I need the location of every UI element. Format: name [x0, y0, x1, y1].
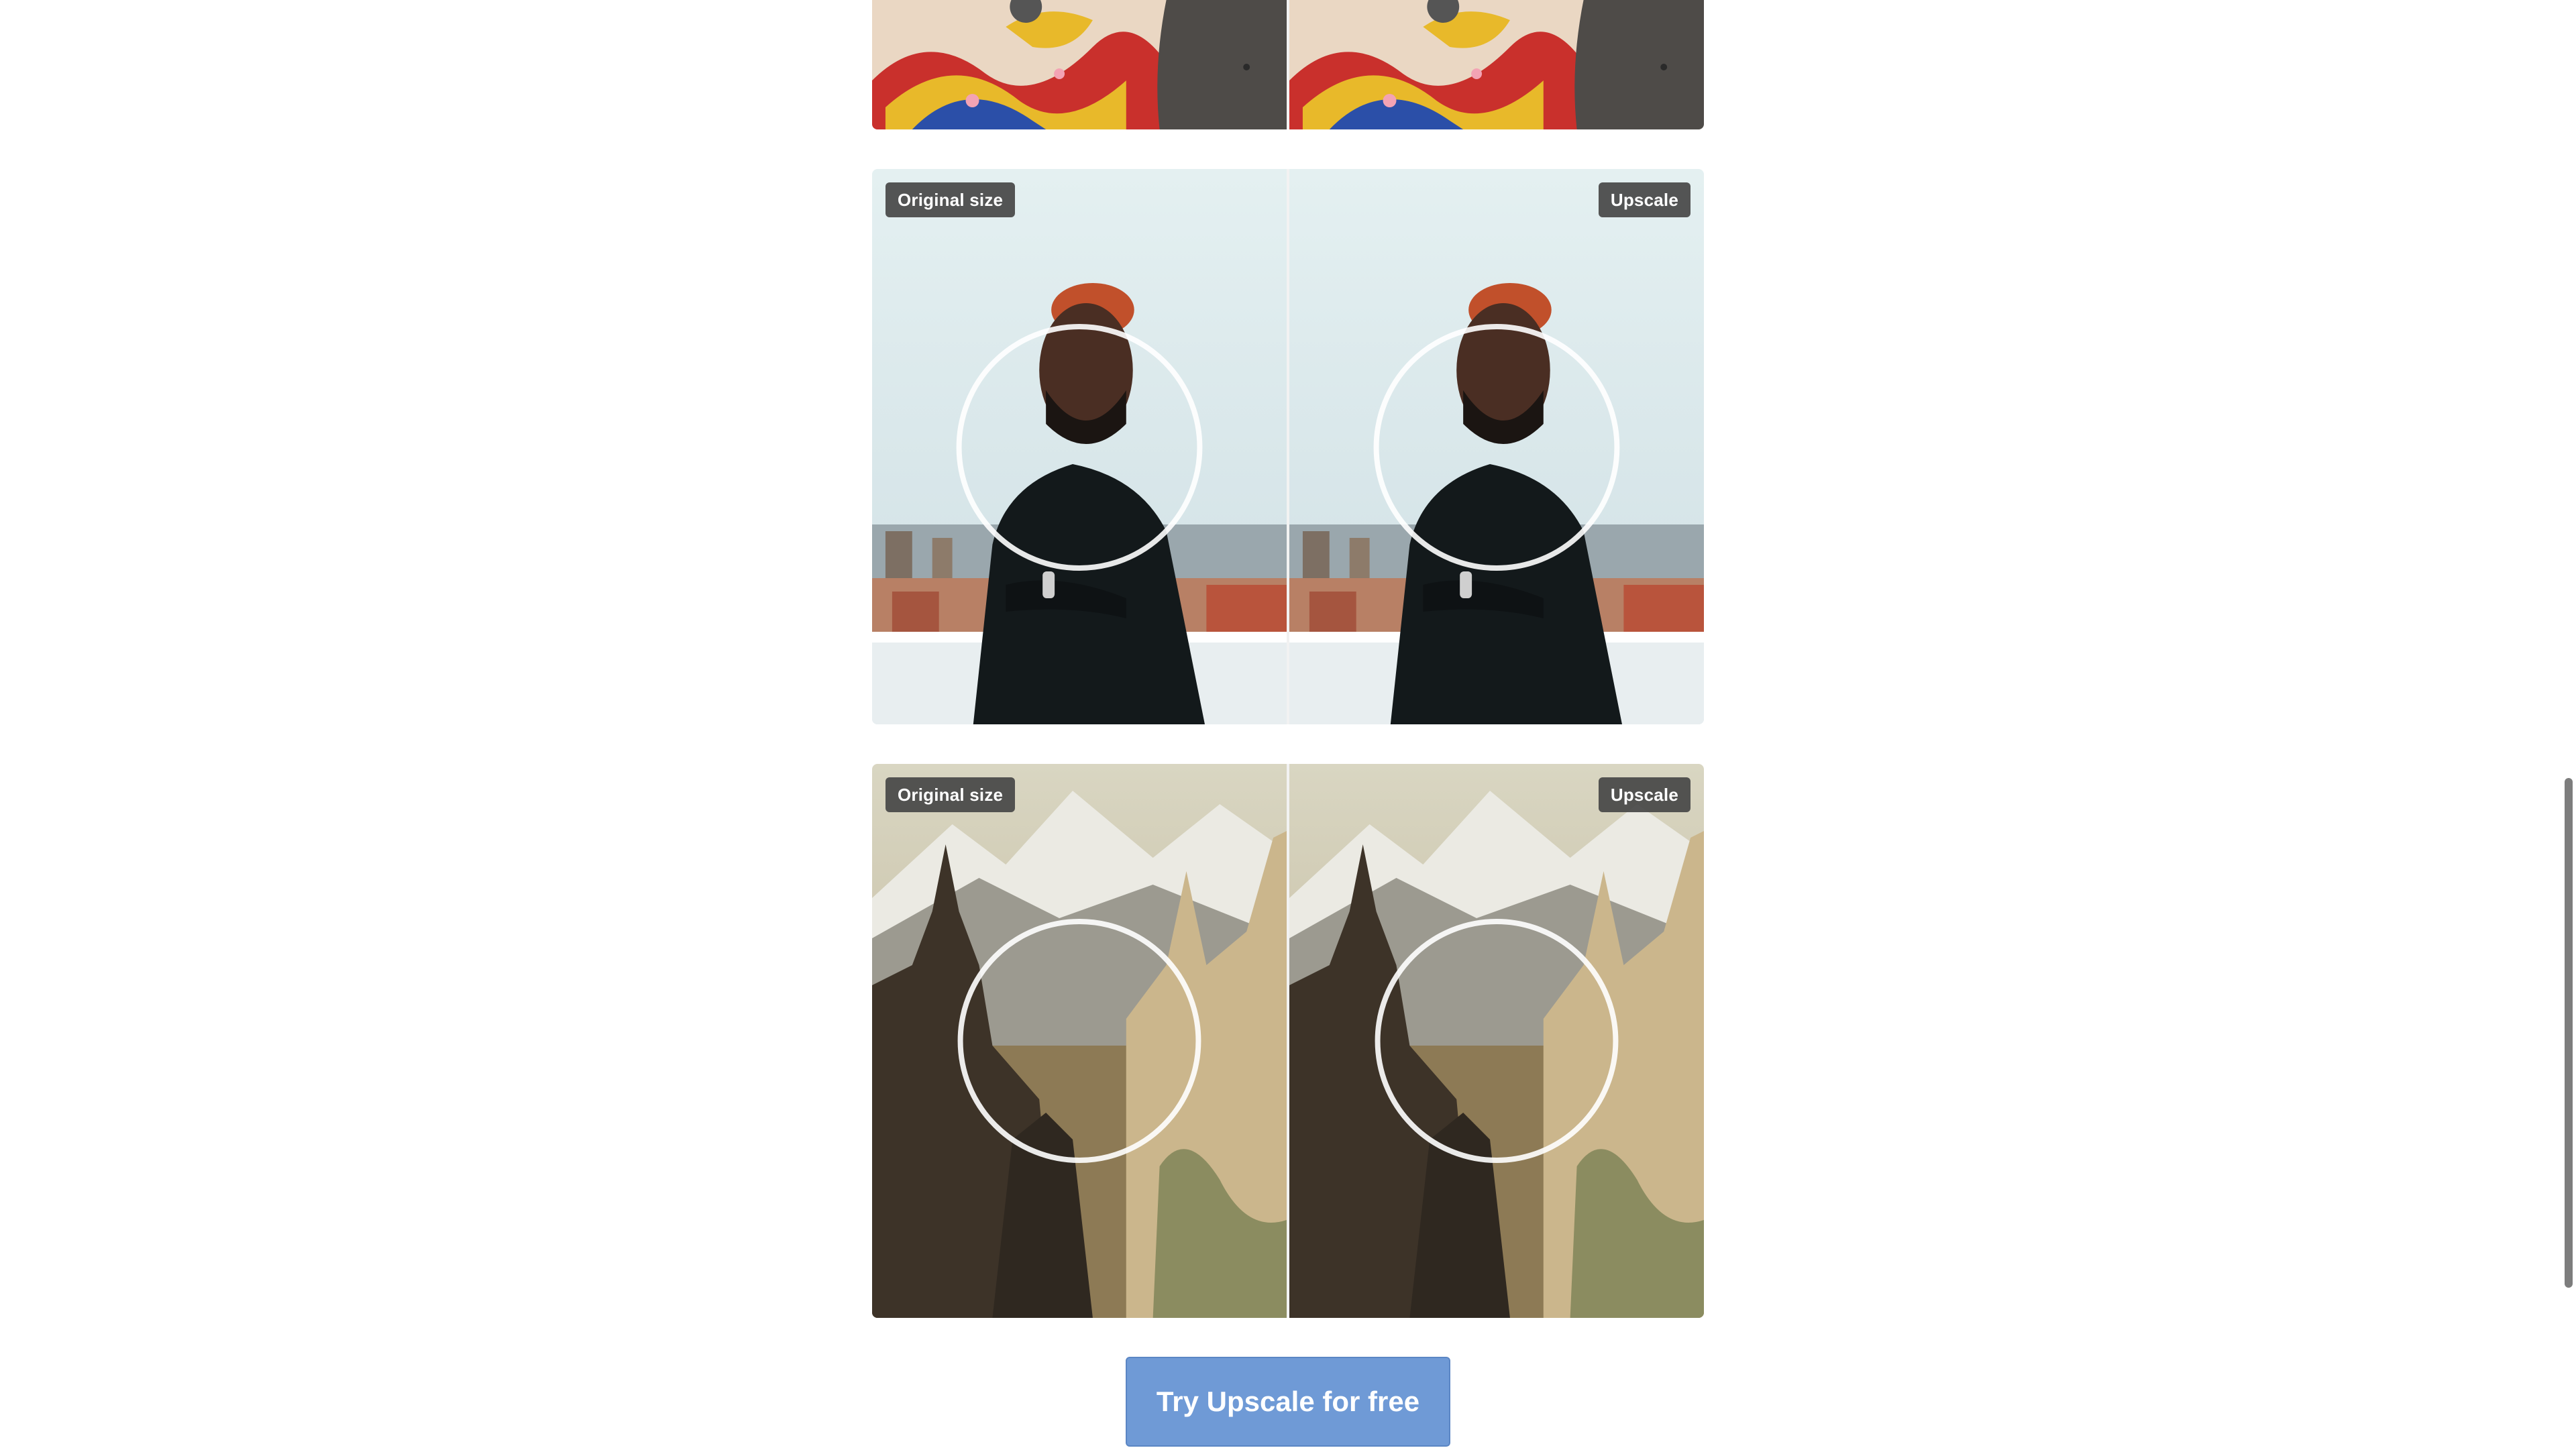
scarves-original-picture	[872, 0, 1287, 129]
comparison-scarves	[872, 0, 1704, 129]
original-size-badge: Original size	[885, 777, 1016, 812]
upscale-badge: Upscale	[1598, 777, 1690, 812]
castle-upscaled-picture	[1289, 764, 1704, 1318]
portrait-original-picture	[872, 169, 1287, 724]
scrollbar-track[interactable]	[2561, 0, 2576, 1448]
scarves-original-image	[872, 0, 1287, 129]
castle-original-picture	[872, 764, 1287, 1318]
scrollbar-thumb[interactable]	[2565, 778, 2573, 1288]
castle-upscaled-image: Upscale	[1289, 764, 1704, 1318]
upscale-badge: Upscale	[1598, 182, 1690, 217]
comparison-castle: Original size Upscale	[872, 764, 1704, 1318]
page: Original size Upscale Original size Upsc…	[0, 0, 2576, 1448]
scarves-upscaled-image	[1289, 0, 1704, 129]
try-upscale-button[interactable]: Try Upscale for free	[1126, 1357, 1450, 1447]
comparison-portrait: Original size Upscale	[872, 169, 1704, 724]
castle-original-image: Original size	[872, 764, 1287, 1318]
portrait-upscaled-image: Upscale	[1289, 169, 1704, 724]
portrait-original-image: Original size	[872, 169, 1287, 724]
portrait-upscaled-picture	[1289, 169, 1704, 724]
scarves-upscaled-picture	[1289, 0, 1704, 129]
original-size-badge: Original size	[885, 182, 1016, 217]
